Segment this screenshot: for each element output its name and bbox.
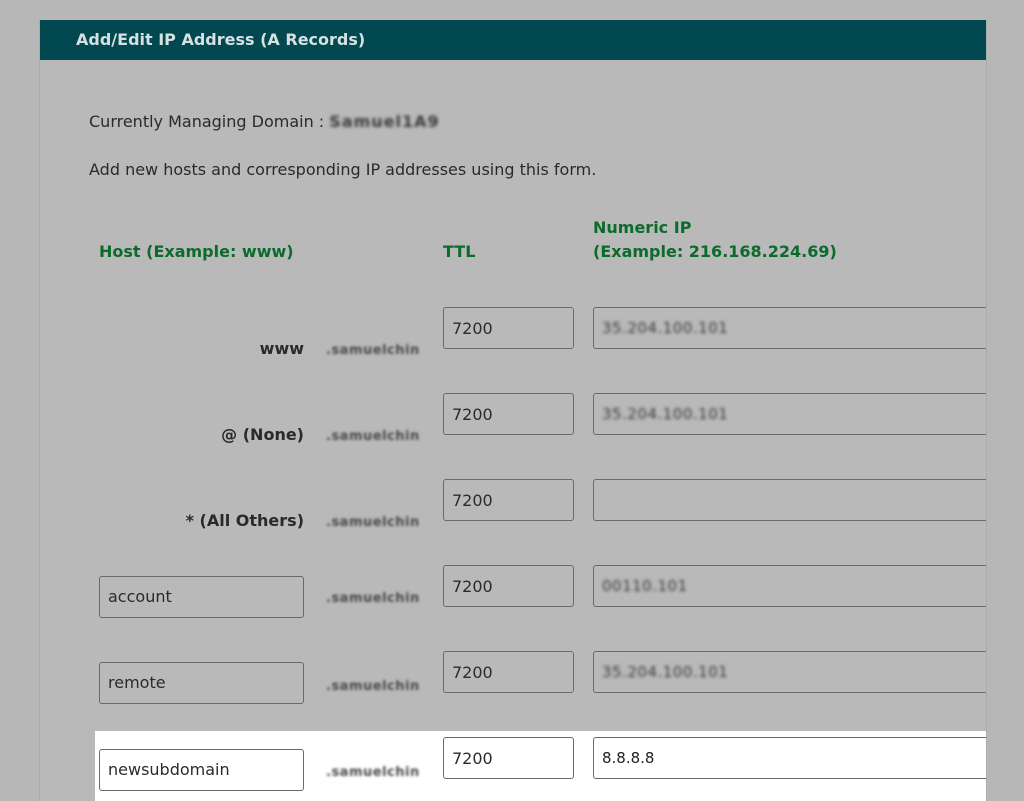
record-row-www: www .samuelchin 35.204.100.101 bbox=[40, 307, 986, 367]
ttl-input-account[interactable] bbox=[443, 565, 574, 607]
domain-suffix: .samuelchin bbox=[326, 679, 420, 694]
ip-input-www[interactable]: 35.204.100.101 bbox=[593, 307, 986, 349]
column-header-ip-title: Numeric IP bbox=[593, 218, 692, 237]
ttl-input-all-others[interactable] bbox=[443, 479, 574, 521]
record-row-all-others: * (All Others) .samuelchin bbox=[40, 479, 986, 539]
ttl-input-newsubdomain[interactable] bbox=[443, 737, 574, 779]
host-input-account[interactable]: account bbox=[99, 576, 304, 618]
new-record-row-highlight: newsubdomain .samuelchin 8.8.8.8 bbox=[95, 731, 986, 801]
domain-suffix: .samuelchin bbox=[326, 515, 420, 530]
host-label-all-others: * (All Others) bbox=[185, 511, 304, 530]
record-row-newsubdomain: newsubdomain .samuelchin 8.8.8.8 bbox=[40, 737, 986, 797]
column-header-numeric-ip: Numeric IP (Example: 216.168.224.69) bbox=[593, 216, 837, 264]
record-row-remote: remote .samuelchin 35.204.100.101 bbox=[40, 651, 986, 711]
intro-text: Add new hosts and corresponding IP addre… bbox=[89, 160, 597, 179]
panel-title: Add/Edit IP Address (A Records) bbox=[40, 20, 986, 60]
domain-suffix: .samuelchin bbox=[326, 429, 420, 444]
column-header-ip-example: (Example: 216.168.224.69) bbox=[593, 242, 837, 261]
ip-input-remote[interactable]: 35.204.100.101 bbox=[593, 651, 986, 693]
host-label-none: @ (None) bbox=[221, 425, 304, 444]
page: Add/Edit IP Address (A Records) Currentl… bbox=[0, 0, 1024, 801]
column-header-host: Host (Example: www) bbox=[99, 242, 294, 261]
ttl-input-remote[interactable] bbox=[443, 651, 574, 693]
ttl-input-www[interactable] bbox=[443, 307, 574, 349]
record-row-none: @ (None) .samuelchin 35.204.100.101 bbox=[40, 393, 986, 453]
ip-input-newsubdomain[interactable]: 8.8.8.8 bbox=[593, 737, 986, 779]
host-input-newsubdomain[interactable]: newsubdomain bbox=[99, 749, 304, 791]
column-header-ttl: TTL bbox=[443, 242, 476, 261]
managing-domain-value: Samuel1A9 bbox=[329, 112, 440, 131]
ip-input-all-others[interactable] bbox=[593, 479, 986, 521]
domain-suffix: .samuelchin bbox=[326, 765, 420, 780]
domain-suffix: .samuelchin bbox=[326, 343, 420, 358]
record-row-account: account .samuelchin 00110.101 bbox=[40, 565, 986, 625]
domain-suffix: .samuelchin bbox=[326, 591, 420, 606]
managing-domain-label: Currently Managing Domain : bbox=[89, 112, 325, 131]
host-input-remote[interactable]: remote bbox=[99, 662, 304, 704]
ttl-input-none[interactable] bbox=[443, 393, 574, 435]
host-label-www: www bbox=[259, 339, 304, 358]
a-records-panel: Add/Edit IP Address (A Records) Currentl… bbox=[39, 20, 987, 801]
ip-input-account[interactable]: 00110.101 bbox=[593, 565, 986, 607]
ip-input-none[interactable]: 35.204.100.101 bbox=[593, 393, 986, 435]
managing-domain-line: Currently Managing Domain : Samuel1A9 bbox=[89, 112, 440, 131]
